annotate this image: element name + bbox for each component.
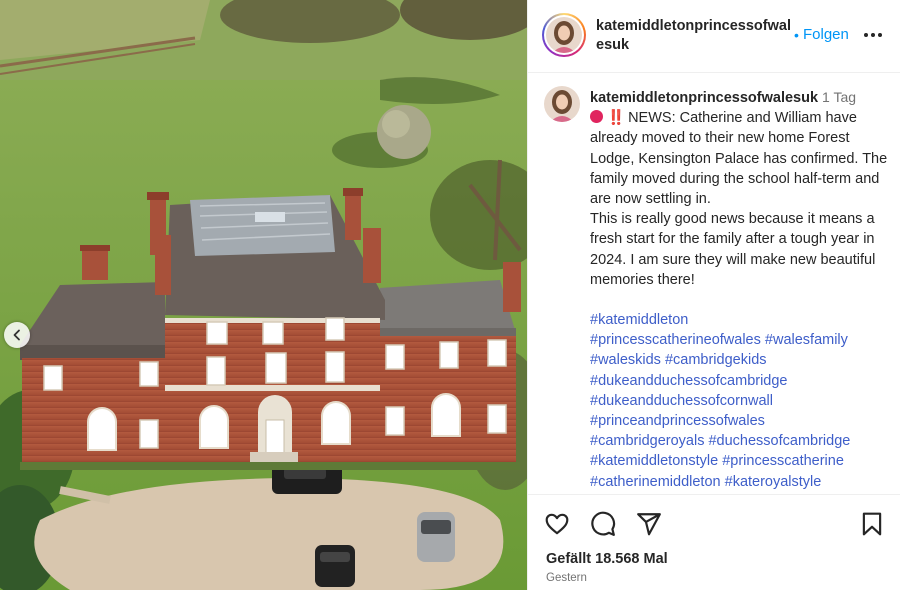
hashtag-link[interactable]: #princesscatherineofwales [590, 332, 761, 348]
header-username[interactable]: katemiddletonprincessofwalesuk [596, 17, 796, 55]
caption-avatar[interactable] [544, 86, 580, 122]
separator-dot: • [794, 27, 799, 43]
hashtag-link[interactable]: #katemiddletonstyle [590, 453, 718, 469]
post-header: katemiddletonprincessofwalesuk • Folgen [528, 0, 900, 73]
hashtag-link[interactable]: #duchessofcambridge [708, 433, 850, 449]
like-button[interactable] [544, 511, 570, 537]
caption-username[interactable]: katemiddletonprincessofwalesuk [590, 90, 818, 106]
hashtag-link[interactable]: #cambridgekids [665, 352, 767, 368]
heart-icon [545, 513, 569, 535]
post-image[interactable] [0, 0, 527, 590]
like-count[interactable]: Gefällt 18.568 Mal [546, 551, 668, 567]
hashtag-link[interactable]: #catherinemiddleton [590, 474, 721, 490]
post-side-panel: katemiddletonprincessofwalesuk • Folgen … [527, 0, 900, 590]
post-actions: Gefällt 18.568 Mal Gestern [528, 494, 900, 590]
comment-button[interactable] [590, 511, 616, 537]
caption-paragraph-1: NEWS: Catherine and William have already… [590, 110, 888, 208]
hashtag-link[interactable]: #cambridgeroyals [590, 433, 704, 449]
follow-button[interactable]: Folgen [803, 26, 849, 43]
share-icon [637, 513, 661, 536]
more-options-button[interactable] [862, 24, 884, 46]
save-button[interactable] [859, 511, 885, 537]
house-aerial-photo [0, 0, 527, 590]
more-horizontal-icon [864, 33, 882, 37]
hashtag-link[interactable]: #kateroyalstyle [725, 474, 822, 490]
share-button[interactable] [636, 511, 662, 537]
post-date[interactable]: Gestern [546, 572, 587, 584]
carousel-previous-button[interactable] [4, 322, 30, 348]
double-exclamation-emoji-icon: ‼️ [607, 110, 626, 127]
caption-section: katemiddletonprincessofwalesuk 1 Tag ‼️ NE… [528, 74, 900, 494]
bookmark-icon [862, 512, 882, 536]
chevron-left-icon [13, 329, 20, 341]
hashtag-link[interactable]: #waleskids [590, 352, 661, 368]
car [417, 512, 455, 562]
hashtag-link[interactable]: #katemiddleton [590, 312, 688, 328]
red-circle-emoji-icon [590, 110, 603, 124]
profile-photo-icon [546, 17, 582, 53]
hashtag-link[interactable]: #dukeandduchessofcambridge [590, 373, 788, 389]
caption-text: katemiddletonprincessofwalesuk 1 Tag ‼️ NE… [590, 87, 892, 492]
hashtag-link[interactable]: #princeandprincessofwales [590, 413, 765, 429]
avatar[interactable] [542, 13, 586, 57]
caption-paragraph-2: This is really good news because it mean… [590, 211, 876, 288]
hashtag-link[interactable]: #dukeandduchessofcornwall [590, 393, 773, 409]
comment-icon [591, 511, 616, 536]
hashtag-list: #katemiddleton #princesscatherineofwales… [590, 310, 892, 492]
hashtag-link[interactable]: #princesscatherine [722, 453, 844, 469]
profile-photo-icon [544, 86, 580, 122]
post-time[interactable]: 1 Tag [822, 89, 856, 105]
hashtag-link[interactable]: #walesfamily [765, 332, 848, 348]
car [315, 545, 355, 587]
